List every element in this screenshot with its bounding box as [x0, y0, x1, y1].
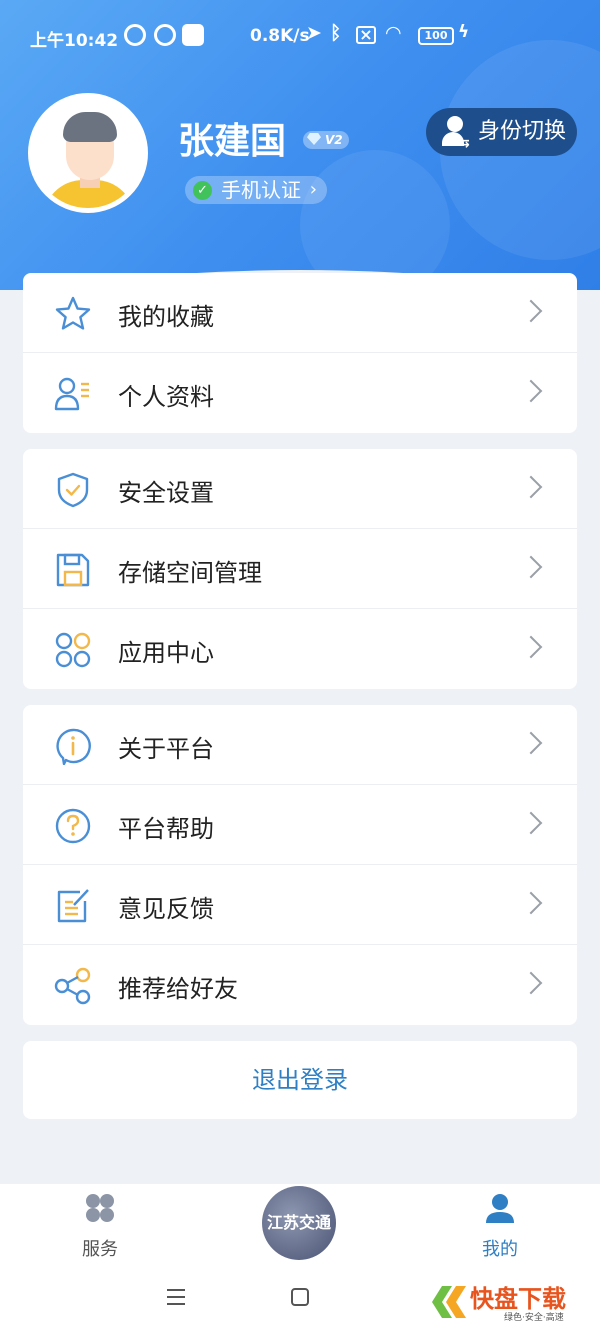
menu-item-storage[interactable]: 存储空间管理: [23, 529, 577, 609]
wifi-icon: ◠: [386, 22, 401, 44]
center-logo-button[interactable]: 江苏交通: [262, 1186, 336, 1260]
switch-identity-button[interactable]: ⇆ 身份切换: [426, 108, 577, 156]
watermark-subtext: 绿色·安全·高速: [504, 1311, 564, 1323]
chevron-right-icon: [519, 731, 543, 755]
chevron-right-icon: [519, 971, 543, 995]
chevron-right-icon: [519, 555, 543, 579]
menu-item-label: 应用中心: [118, 639, 214, 667]
home-icon[interactable]: [290, 1287, 310, 1307]
menu-group: 我的收藏 个人资料: [23, 273, 577, 433]
chevron-right-icon: [519, 299, 543, 323]
menu-group: 安全设置 存储空间管理 应用中心: [23, 449, 577, 689]
menu-item-label: 关于平台: [118, 735, 214, 763]
bluetooth-icon: ᛒ: [330, 22, 342, 44]
verify-label: 手机认证: [221, 178, 301, 202]
info-icon: [54, 727, 92, 766]
menu-item-feedback[interactable]: 意见反馈: [23, 865, 577, 945]
grid-icon: [86, 1194, 114, 1222]
watermark-text: 快盘下载: [470, 1285, 566, 1313]
chevron-right-icon: [519, 635, 543, 659]
menu-item-share[interactable]: 推荐给好友: [23, 945, 577, 1025]
profile-icon: [54, 375, 92, 413]
menu-item-label: 意见反馈: [118, 895, 214, 923]
help-icon: [54, 807, 92, 845]
switch-identity-label: 身份切换: [478, 119, 567, 144]
watermark-logo: 快盘下载 绿色·安全·高速: [426, 1280, 596, 1324]
menu-item-favorites[interactable]: 我的收藏: [23, 273, 577, 353]
phone-verify-badge[interactable]: ✓ 手机认证 ›: [185, 176, 327, 204]
menu-item-label: 个人资料: [118, 383, 214, 411]
menu-item-app-center[interactable]: 应用中心: [23, 609, 577, 689]
feedback-icon: [54, 887, 92, 925]
user-icon: [486, 1194, 514, 1223]
chevron-right-icon: [519, 891, 543, 915]
status-app-icon: [154, 24, 176, 46]
chevron-right-icon: [519, 379, 543, 403]
location-icon: ➤: [306, 22, 322, 44]
vip-badge: V2: [303, 131, 349, 149]
vip-level: V2: [325, 133, 343, 147]
status-app-icon: [182, 24, 204, 46]
sim-icon: ×: [356, 26, 376, 44]
menu-item-label: 存储空间管理: [118, 559, 262, 587]
chevron-right-icon: [519, 811, 543, 835]
menu-item-label: 安全设置: [118, 479, 214, 507]
star-icon: [54, 295, 92, 333]
menu-item-profile[interactable]: 个人资料: [23, 353, 577, 433]
user-name: 张建国: [178, 121, 287, 162]
check-icon: ✓: [193, 181, 212, 200]
menu-item-label: 平台帮助: [118, 815, 214, 843]
diamond-icon: [307, 133, 321, 145]
chevron-right-icon: ›: [309, 179, 317, 200]
menu-item-security[interactable]: 安全设置: [23, 449, 577, 529]
shield-icon: [54, 471, 92, 509]
tab-mine[interactable]: 我的: [440, 1192, 560, 1261]
avatar[interactable]: [28, 93, 148, 213]
chevron-right-icon: [519, 475, 543, 499]
menu-item-label: 我的收藏: [118, 303, 214, 331]
menu-item-about[interactable]: 关于平台: [23, 705, 577, 785]
menu-icon[interactable]: [166, 1288, 186, 1306]
menu-item-help[interactable]: 平台帮助: [23, 785, 577, 865]
apps-icon: [54, 631, 92, 669]
tab-service[interactable]: 服务: [40, 1192, 160, 1261]
battery-icon: 100: [418, 27, 454, 45]
status-net-speed: 0.8K/s: [250, 26, 310, 46]
menu-item-label: 推荐给好友: [118, 975, 238, 1003]
user-switch-icon: ⇆: [440, 116, 470, 150]
status-bar: 上午10:42 0.8K/s ➤ ᛒ × ◠ 100 ϟ: [0, 0, 600, 72]
logout-button[interactable]: 退出登录: [23, 1041, 577, 1119]
status-app-icon: [124, 24, 146, 46]
save-icon: [54, 551, 92, 589]
tab-label: 服务: [82, 1239, 118, 1260]
menu-group: 关于平台 平台帮助 意见反馈 推荐给好友: [23, 705, 577, 1025]
share-icon: [54, 967, 92, 1005]
status-time: 上午10:42: [30, 31, 119, 51]
tab-label: 我的: [482, 1239, 518, 1260]
header-bubble: [300, 150, 450, 290]
charging-icon: ϟ: [458, 22, 470, 42]
